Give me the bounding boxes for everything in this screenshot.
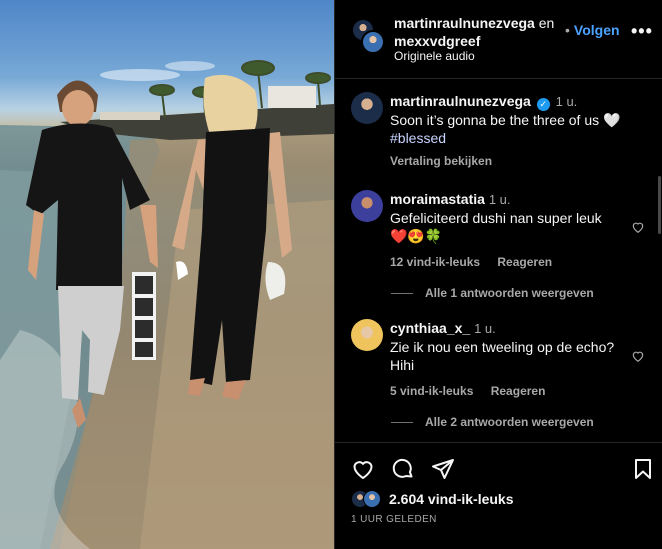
like-comment-heart-icon[interactable] [631, 220, 645, 234]
view-replies-button[interactable]: Alle 1 antwoorden weergeven [391, 286, 594, 300]
collab-avatars[interactable] [351, 18, 385, 54]
view-replies-label: Alle 2 antwoorden weergeven [425, 415, 594, 429]
conjunction-text: en [538, 15, 555, 31]
liker-avatars [351, 490, 385, 510]
comment-text: Zie ik nou een tweeling op de echo? Hihi [390, 339, 615, 373]
bookmark-icon[interactable] [631, 457, 655, 481]
audio-label[interactable]: Originele audio [394, 49, 475, 63]
heart-icon[interactable] [351, 457, 375, 481]
caption-time[interactable]: 1 u. [556, 94, 578, 109]
avatar[interactable] [351, 92, 383, 124]
comment-time[interactable]: 1 u. [474, 321, 496, 336]
avatar-mexxvdgreef[interactable] [361, 30, 385, 54]
comment-username[interactable]: cynthiaa_x_ [390, 320, 470, 336]
scrollbar[interactable] [658, 176, 661, 234]
comment-time[interactable]: 1 u. [489, 192, 511, 207]
avatar[interactable] [351, 319, 383, 351]
username-link[interactable]: mexxvdgreef [394, 33, 480, 49]
more-options-icon[interactable]: ••• [631, 22, 653, 40]
view-replies-label: Alle 1 antwoorden weergeven [425, 286, 594, 300]
view-replies-button[interactable]: Alle 2 antwoorden weergeven [391, 415, 594, 429]
post-photo[interactable] [0, 0, 334, 549]
comment-item: moraimastatia 1 u. Gefeliciteerd dushi n… [351, 190, 651, 300]
ultrasound-strip [132, 272, 156, 360]
post-timestamp[interactable]: 1 UUR GELEDEN [351, 514, 437, 525]
likes-count[interactable]: 2.604 vind-ik-leuks [389, 491, 514, 507]
collab-usernames: martinraulnunezvega en mexxvdgreef [394, 14, 574, 50]
comment-username[interactable]: moraimastatia [390, 191, 485, 207]
caption-username[interactable]: martinraulnunezvega [390, 93, 531, 109]
comment-emoji: ❤️😍🍀 [390, 228, 443, 244]
like-comment-heart-icon[interactable] [631, 349, 645, 363]
beach-photo-illustration [0, 60, 334, 549]
post-caption: martinraulnunezvega ✓ 1 u. Soon it’s gon… [351, 92, 651, 168]
reply-button[interactable]: Reageren [497, 255, 552, 269]
post-header: martinraulnunezvega en mexxvdgreef Origi… [335, 0, 662, 79]
comment-likes[interactable]: 5 vind-ik-leuks [390, 384, 473, 398]
avatar[interactable] [351, 190, 383, 222]
post-side-panel: martinraulnunezvega en mexxvdgreef Origi… [334, 0, 662, 549]
follow-label: Volgen [573, 22, 620, 38]
reply-button[interactable]: Reageren [491, 384, 546, 398]
send-icon[interactable] [431, 457, 455, 481]
comment-likes[interactable]: 12 vind-ik-leuks [390, 255, 480, 269]
verified-badge-icon: ✓ [536, 98, 550, 111]
comment-item: cynthiaa_x_ 1 u. Zie ik nou een tweeling… [351, 319, 651, 429]
see-translation-link[interactable]: Vertaling bekijken [390, 154, 492, 168]
post-actions: 2.604 vind-ik-leuks 1 UUR GELEDEN [335, 442, 662, 549]
comment-icon[interactable] [391, 457, 415, 481]
follow-button[interactable]: • Volgen [565, 22, 620, 38]
comment-text: Gefeliciteerd dushi nan super leuk [390, 210, 602, 226]
hashtag-link[interactable]: #blessed [390, 130, 446, 146]
username-link[interactable]: martinraulnunezvega [394, 15, 535, 31]
comments-list[interactable]: martinraulnunezvega ✓ 1 u. Soon it’s gon… [335, 80, 662, 441]
caption-text: Soon it’s gonna be the three of us 🤍 [390, 112, 621, 128]
liker-avatar [363, 490, 381, 508]
